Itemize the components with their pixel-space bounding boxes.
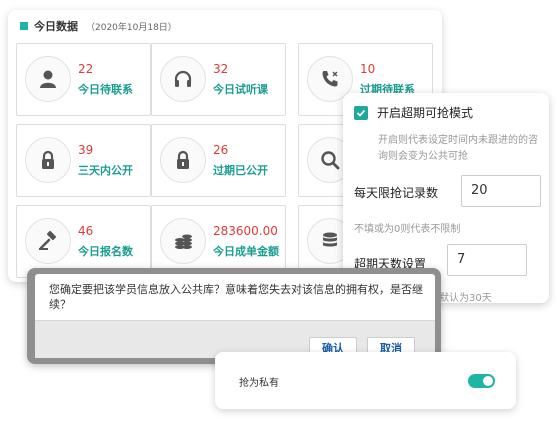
grab-mode-description: 开启则代表设定时间内未跟进的的咨询则会变为公共可抢 (378, 135, 538, 162)
tile-label: 今日成单金额 (213, 245, 279, 258)
tile-overdue-public[interactable]: 26 过期已公开 (151, 124, 286, 197)
tile-today-trial-class[interactable]: 32 今日试听课 (151, 43, 286, 116)
lock-icon (160, 137, 206, 183)
title-marker (20, 22, 28, 30)
toggle-knob (483, 376, 493, 386)
headphones-icon (160, 56, 206, 102)
dialog-body: 您确定要把该学员信息放入公共库？意味着您失去对该信息的拥有权，是否继续？ 确认 … (35, 274, 435, 361)
tile-today-to-contact[interactable]: 22 今日待联系 (16, 43, 151, 116)
tile-value: 32 (213, 62, 229, 76)
daily-limit-label: 每天限抢记录数 (354, 186, 439, 200)
gavel-icon (25, 218, 71, 264)
grab-mode-checkbox[interactable] (354, 106, 368, 120)
overdue-days-input[interactable]: 7 (447, 244, 527, 276)
person-icon (25, 56, 71, 102)
tile-value: 39 (78, 143, 94, 157)
tile-value: 283600.00 (213, 224, 278, 238)
tile-value: 10 (360, 62, 376, 76)
panel-title: 今日数据 (34, 20, 78, 33)
dialog-message: 您确定要把该学员信息放入公共库？意味着您失去对该信息的拥有权，是否继续？ (49, 283, 423, 311)
private-toggle-card: 抢为私有 (215, 352, 516, 409)
tile-label: 过期已公开 (213, 164, 268, 177)
private-toggle-label: 抢为私有 (239, 378, 279, 389)
lock-icon (25, 137, 71, 183)
panel-header: 今日数据 （2020年10月18日） (20, 19, 177, 33)
tile-label: 今日待联系 (78, 83, 133, 96)
confirm-dialog: 您确定要把该学员信息放入公共库？意味着您失去对该信息的拥有权，是否继续？ 确认 … (27, 268, 441, 364)
panel-date: （2020年10月18日） (86, 22, 177, 33)
overdue-days-hint: 默认为30天 (439, 293, 492, 304)
daily-limit-hint: 不填或为0则代表不限制 (354, 224, 461, 235)
tile-label: 今日试听课 (213, 83, 268, 96)
check-icon (356, 109, 366, 117)
tile-value: 22 (78, 62, 94, 76)
private-toggle-switch[interactable] (468, 374, 495, 388)
grab-mode-title: 开启超期可抢模式 (377, 106, 474, 120)
tile-value: 26 (213, 143, 229, 157)
daily-limit-input[interactable]: 20 (461, 175, 541, 207)
tile-public-in-three-days[interactable]: 39 三天内公开 (16, 124, 151, 197)
tile-label: 三天内公开 (78, 164, 133, 177)
coins-icon (160, 218, 206, 264)
tile-value: 46 (78, 224, 94, 238)
tile-label: 今日报名数 (78, 245, 133, 258)
